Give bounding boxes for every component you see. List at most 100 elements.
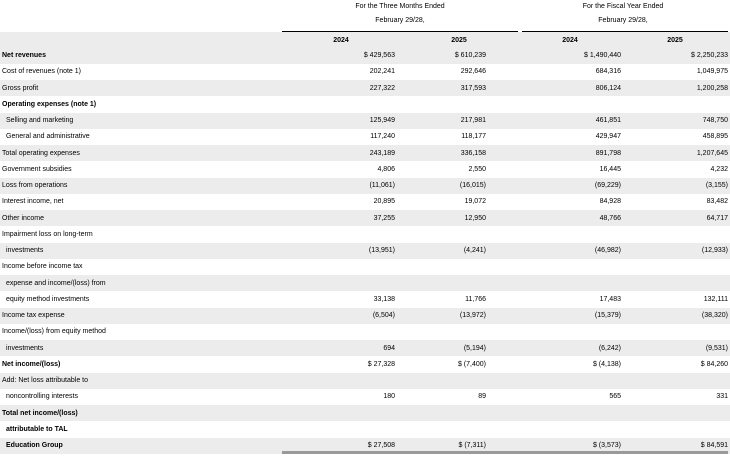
row-value: 89: [478, 393, 486, 401]
row-value: [386, 405, 486, 421]
row-value: 891,798: [595, 149, 621, 157]
year-header: 2024: [333, 36, 349, 44]
row-value: [386, 324, 486, 340]
row-value: 684,316: [595, 68, 621, 76]
row-value: 1,200,258: [696, 84, 728, 92]
table-row: attributable to TAL: [0, 421, 730, 437]
row-label: Net revenues: [2, 52, 46, 60]
table-row: Interest income, net 20,895 19,072 84,928 83…: [0, 194, 730, 210]
row-value: 118,177: [461, 133, 486, 141]
group2-subheading: February 29/28,: [598, 17, 648, 24]
row-value: 217,981: [460, 117, 486, 125]
table-row: Selling and marketing 125,949 217,981 461,8…: [0, 112, 730, 129]
row-value: [628, 405, 728, 421]
row-value: [275, 324, 395, 340]
income-statement-table: For the Three Months Ended February 29/2…: [0, 0, 730, 456]
year-header-row: 2024 2025 2024 2025: [0, 32, 730, 49]
group2-heading: For the Fiscal Year Ended: [582, 3, 664, 10]
table-row: Add: Net loss attributable to: [0, 372, 730, 389]
table-bottom-rule: [282, 451, 728, 454]
row-value: 16,445: [599, 165, 621, 173]
year-header: 2024: [562, 36, 578, 44]
row-value: (13,972): [459, 312, 486, 320]
row-value: [628, 226, 728, 242]
row-value: [386, 226, 486, 242]
table-row: Impairment loss on long-term: [0, 226, 730, 242]
row-value: [275, 373, 395, 389]
table-row: Total net income/(loss): [0, 405, 730, 422]
row-value: [501, 259, 621, 275]
row-value: [501, 324, 621, 340]
row-value: [628, 96, 728, 112]
row-value: 11,766: [465, 295, 486, 303]
row-value: 202,241: [369, 68, 395, 76]
row-label: investments: [6, 247, 44, 255]
row-value: 132,111: [703, 295, 728, 303]
row-value: (5,194): [463, 344, 486, 352]
row-value: [628, 324, 728, 340]
row-value: [386, 421, 486, 437]
row-label: expense and income/(loss) from: [6, 279, 106, 287]
row-value: [628, 373, 728, 389]
row-label: Income tax expense: [2, 312, 65, 320]
row-value: (13,951): [368, 247, 395, 255]
row-label: Total operating expenses: [2, 149, 80, 157]
row-value: 806,124: [595, 84, 621, 92]
row-value: 4,806: [377, 165, 395, 173]
table-row: Other income 37,255 12,950 48,766 64,717: [0, 210, 730, 227]
row-value: 1,207,645: [696, 149, 728, 157]
table-row: investments 694 (5,194) (6,242) (9,531): [0, 340, 730, 357]
row-label: Income/(loss) from equity method: [2, 328, 106, 336]
table-row: Total operating expenses 243,189 336,158 89…: [0, 145, 730, 162]
row-value: $ (4,138): [592, 360, 621, 368]
table-row: Net revenues $ 429,563 $ 610,239 $ 1,490,44…: [0, 47, 730, 64]
row-value: $ 84,260: [700, 360, 728, 368]
row-label: General and administrative: [6, 133, 90, 141]
row-value: [628, 275, 728, 291]
row-label: Total net income/(loss): [2, 409, 78, 417]
row-value: 429,947: [595, 133, 621, 141]
row-value: (69,229): [594, 182, 621, 190]
row-value: [386, 373, 486, 389]
row-label: Interest income, net: [2, 198, 64, 206]
table-row: Loss from operations (11,061) (16,015) (69,…: [0, 177, 730, 194]
row-value: $ (7,400): [457, 360, 486, 368]
row-value: [628, 421, 728, 437]
row-value: 317,593: [460, 84, 486, 92]
row-label: Education Group: [6, 442, 63, 450]
row-value: (6,242): [598, 344, 621, 352]
row-value: (9,531): [705, 344, 728, 352]
row-value: 20,895: [373, 198, 395, 206]
row-label: equity method investments: [6, 295, 90, 303]
row-value: $ 429,563: [363, 52, 395, 60]
row-value: [386, 275, 486, 291]
row-value: (11,061): [369, 182, 395, 190]
row-value: [275, 226, 395, 242]
group1-heading: For the Three Months Ended: [355, 3, 445, 10]
row-value: $ 1,490,440: [584, 52, 621, 60]
table-row: Gross profit 227,322 317,593 806,124 1,200,2…: [0, 80, 730, 97]
table-row: investments (13,951) (4,241) (46,982) (12,93…: [0, 242, 730, 259]
year-header: 2025: [667, 36, 683, 44]
row-label: Impairment loss on long-term: [2, 230, 93, 238]
table-row: Operating expenses (note 1): [0, 96, 730, 112]
row-value: 48,766: [599, 214, 621, 222]
table-row: Income tax expense (6,504) (13,972) (15,379…: [0, 307, 730, 324]
row-value: [501, 226, 621, 242]
row-label: Operating expenses (note 1): [2, 100, 97, 108]
table-row: Income before income tax: [0, 259, 730, 275]
group1-subheading: February 29/28,: [375, 17, 425, 24]
row-value: [275, 405, 395, 421]
row-label: Loss from operations: [2, 182, 68, 190]
row-value: 64,717: [706, 214, 728, 222]
row-value: [386, 96, 486, 112]
row-value: 1,049,975: [696, 68, 728, 76]
row-label: Income before income tax: [2, 263, 83, 271]
row-label: attributable to TAL: [6, 425, 68, 433]
row-value: [501, 421, 621, 437]
row-value: 2,550: [468, 165, 486, 173]
row-value: 565: [609, 393, 621, 401]
row-value: (38,320): [701, 312, 728, 320]
table-row: General and administrative 117,240 118,177…: [0, 129, 730, 145]
row-value: (16,015): [459, 182, 486, 190]
